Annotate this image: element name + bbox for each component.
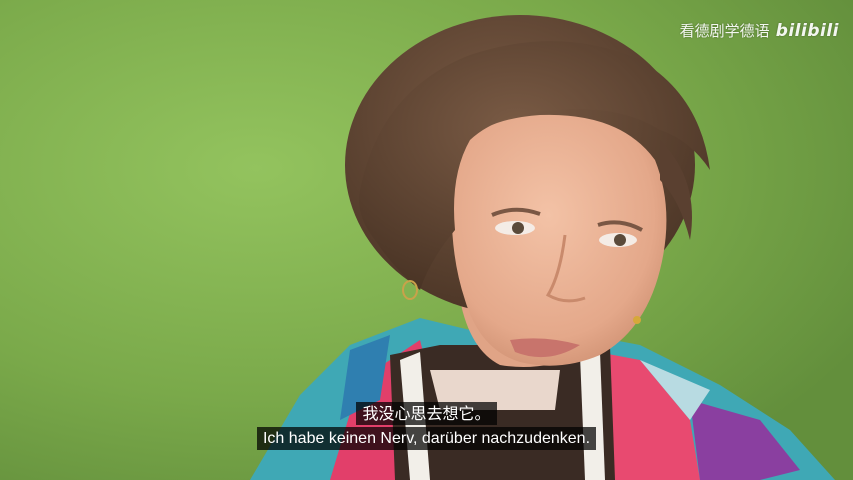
subtitle-chinese: 我没心思去想它。: [356, 402, 497, 425]
subtitle-german: Ich habe keinen Nerv, darüber nachzudenk…: [256, 427, 597, 450]
channel-name: 看德剧学德语: [679, 22, 770, 40]
video-frame: 看德剧学德语 bilibili 我没心思去想它。 Ich habe keinen…: [0, 0, 853, 480]
subtitle-area: 我没心思去想它。 Ich habe keinen Nerv, darüber n…: [0, 402, 853, 450]
bilibili-logo: bilibili: [775, 20, 839, 41]
watermark: 看德剧学德语 bilibili: [680, 20, 839, 41]
